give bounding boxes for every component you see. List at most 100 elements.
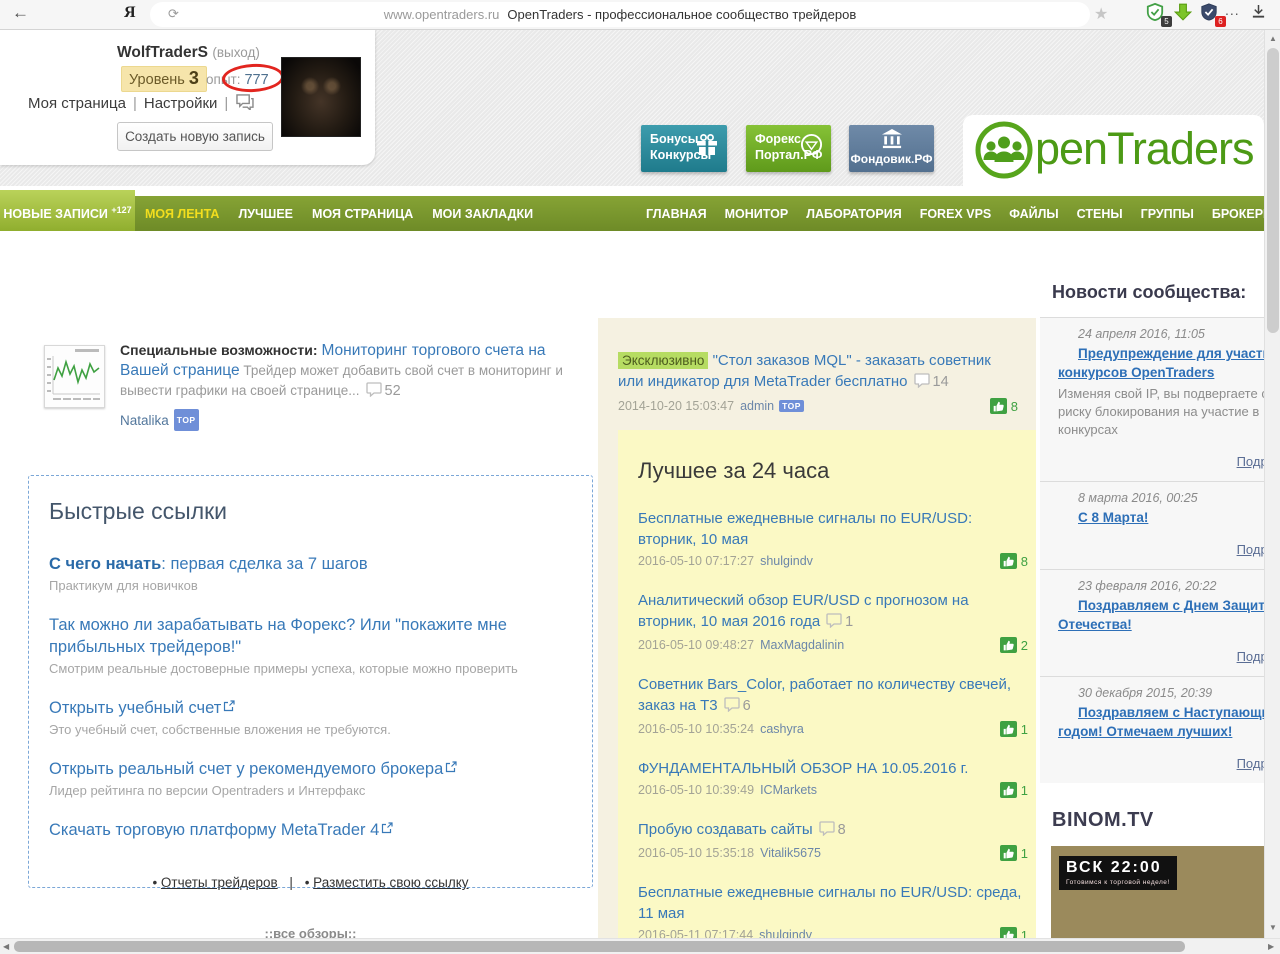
scroll-up-arrow[interactable]: ▲ bbox=[1265, 34, 1280, 43]
adblock-shield-icon[interactable]: 5 bbox=[1146, 2, 1172, 27]
nav-item-files[interactable]: ФАЙЛЫ bbox=[1009, 207, 1058, 221]
quick-link-earn[interactable]: Так можно ли зарабатывать на Форекс? Или… bbox=[49, 616, 507, 656]
comment-count[interactable]: 14 bbox=[933, 374, 949, 390]
nav-item-bookmarks[interactable]: МОИ ЗАКЛАДКИ bbox=[432, 207, 533, 221]
place-your-link[interactable]: Разместить свою ссылку bbox=[313, 875, 468, 890]
post-link[interactable]: ФУНДАМЕНТАЛЬНЫЙ ОБЗОР НА 10.05.2016 г. bbox=[638, 758, 1024, 779]
exclusive-label: Эксклюзивно bbox=[618, 352, 709, 369]
scroll-down-arrow[interactable]: ▼ bbox=[1265, 923, 1280, 932]
quick-link-demo-account[interactable]: Открыть учебный счет bbox=[49, 699, 221, 717]
rating[interactable]: 2 bbox=[999, 637, 1028, 653]
horizontal-scrollbar[interactable]: ◀ ▶ bbox=[0, 938, 1280, 954]
all-reviews-link[interactable]: ::все обзоры:: bbox=[28, 926, 593, 938]
nav-item-new-posts[interactable]: НОВЫЕ ЗАПИСИ +127 bbox=[0, 190, 135, 231]
banner-bonus-contests[interactable]: Бонусы Конкурсы bbox=[641, 125, 727, 172]
post-date: 2016-05-10 09:48:27 bbox=[638, 638, 755, 652]
scroll-right-arrow[interactable]: ▶ bbox=[1268, 942, 1274, 951]
horizontal-scroll-thumb[interactable] bbox=[14, 941, 1185, 952]
author-link[interactable]: ICMarkets bbox=[760, 783, 817, 797]
author-link[interactable]: shulgindv bbox=[760, 554, 813, 568]
author-link[interactable]: MaxMagdalinin bbox=[760, 638, 844, 652]
nav-item-walls[interactable]: СТЕНЫ bbox=[1077, 207, 1123, 221]
more-extensions-icon[interactable]: ... bbox=[1225, 2, 1240, 18]
my-page-link[interactable]: Моя страница bbox=[28, 95, 126, 112]
comment-count[interactable]: 52 bbox=[385, 383, 401, 399]
vertical-scroll-thumb[interactable] bbox=[1267, 48, 1279, 333]
nav-item-lab[interactable]: ЛАБОРАТОРИЯ bbox=[806, 207, 902, 221]
post-link[interactable]: Аналитический обзор EUR/USD с прогнозом … bbox=[638, 590, 1024, 634]
post-link[interactable]: Бесплатные ежедневные сигналы по EUR/USD… bbox=[638, 508, 1024, 550]
nav-item-my-page[interactable]: МОЯ СТРАНИЦА bbox=[312, 207, 413, 221]
page-title: OpenTraders - профессиональное сообществ… bbox=[507, 7, 857, 22]
best-post-item: Пробую создавать сайты 8 2016-05-10 15:35… bbox=[638, 819, 1028, 861]
rating[interactable]: 8 bbox=[999, 553, 1028, 569]
create-post-button[interactable]: Создать новую запись bbox=[117, 122, 273, 151]
news-more-link[interactable]: Подробнее bbox=[1237, 756, 1264, 771]
rating[interactable]: 8 bbox=[989, 398, 1018, 414]
vertical-scrollbar[interactable]: ▲ ▼ bbox=[1264, 30, 1280, 938]
news-more-link[interactable]: Подробнее bbox=[1237, 454, 1264, 469]
rating[interactable]: 1 bbox=[999, 721, 1028, 737]
post-date: 2016-05-10 10:35:24 bbox=[638, 722, 755, 736]
messages-icon[interactable] bbox=[235, 94, 255, 114]
rating[interactable]: 1 bbox=[999, 845, 1028, 861]
nav-item-my-feed[interactable]: МОЯ ЛЕНТА bbox=[145, 207, 219, 221]
post-link[interactable]: Пробую создавать сайты 8 bbox=[638, 819, 1024, 842]
nav-item-brokers[interactable]: БРОКЕРЫ bbox=[1212, 207, 1264, 221]
author-link[interactable]: shulgindv bbox=[759, 928, 812, 938]
banner-text: Фондовик.РФ bbox=[850, 152, 933, 166]
banner-fondovik[interactable]: Фондовик.РФ bbox=[849, 125, 934, 172]
scroll-left-arrow[interactable]: ◀ bbox=[3, 942, 9, 951]
nav-item-groups[interactable]: ГРУППЫ bbox=[1141, 207, 1194, 221]
author-link[interactable]: cashyra bbox=[760, 722, 804, 736]
news-link[interactable]: С 8 Марта! bbox=[1058, 508, 1264, 527]
back-icon[interactable]: ← bbox=[12, 3, 29, 23]
site-logo[interactable]: penTraders bbox=[963, 115, 1264, 186]
news-item: 24 апреля 2016, 11:05 Предупреждение для… bbox=[1040, 317, 1264, 481]
address-bar[interactable]: ⟳ www.opentraders.ru OpenTraders - профес… bbox=[150, 2, 1090, 27]
rating[interactable]: 1 bbox=[999, 782, 1028, 798]
traders-reports-link[interactable]: Отчеты трейдеров bbox=[161, 875, 278, 890]
external-link-icon bbox=[445, 760, 457, 778]
thumbs-up-icon bbox=[999, 927, 1017, 938]
avatar[interactable] bbox=[281, 57, 361, 137]
nav-item-forex-vps[interactable]: FOREX VPS bbox=[920, 207, 992, 221]
feature-post: Специальные возможности: Мониторинг торг… bbox=[120, 340, 588, 431]
author-link[interactable]: admin bbox=[740, 399, 774, 413]
quick-link-real-account[interactable]: Открыть реальный счет у рекомендуемого б… bbox=[49, 760, 443, 778]
post-link[interactable]: Советник Bars_Color, работает по количес… bbox=[638, 674, 1024, 718]
news-link[interactable]: Поздравляем с Днем Защитника Отечества! bbox=[1058, 596, 1264, 634]
rating-value: 1 bbox=[1020, 782, 1028, 798]
yandex-logo-icon[interactable]: Я bbox=[124, 4, 136, 22]
author-link[interactable]: Vitalik5675 bbox=[760, 846, 821, 860]
news-link[interactable]: Предупреждение для участников конкурсов … bbox=[1058, 344, 1264, 382]
rating-value: 8 bbox=[1010, 398, 1018, 414]
quick-link-sub: Это учебный счет, собственные вложения н… bbox=[49, 722, 391, 737]
download-icon[interactable] bbox=[1251, 4, 1266, 24]
rating[interactable]: 1 bbox=[999, 927, 1028, 938]
quick-link-start[interactable]: С чего начать: первая сделка за 7 шагов bbox=[49, 555, 368, 573]
news-date: 8 марта 2016, 00:25 bbox=[1078, 491, 1198, 505]
news-more-link[interactable]: Подробнее bbox=[1237, 649, 1264, 664]
adblock-badge: 5 bbox=[1161, 16, 1172, 27]
bookmark-star-icon[interactable]: ★ bbox=[1094, 4, 1108, 24]
nav-item-best[interactable]: ЛУЧШЕЕ bbox=[238, 207, 293, 221]
adguard-shield-icon[interactable]: 6 bbox=[1200, 3, 1226, 27]
username[interactable]: WolfTraderS (выход) bbox=[117, 44, 260, 62]
quick-link-item: Так можно ли зарабатывать на Форекс? Или… bbox=[49, 614, 572, 676]
binom-tv-banner[interactable]: ВСК 22:00 Готовимся к торговой неделе! Н… bbox=[1051, 846, 1264, 938]
news-more-link[interactable]: Подробнее bbox=[1237, 542, 1264, 557]
settings-link[interactable]: Настройки bbox=[144, 95, 218, 112]
savefrom-arrow-icon[interactable] bbox=[1173, 3, 1196, 25]
post-author-row: Natalika TOP bbox=[120, 409, 588, 431]
best-post-item: Советник Bars_Color, работает по количес… bbox=[638, 674, 1028, 737]
author-link[interactable]: Natalika bbox=[120, 413, 169, 428]
post-link[interactable]: Бесплатные ежедневные сигналы по EUR/USD… bbox=[638, 882, 1024, 924]
nav-item-main[interactable]: ГЛАВНАЯ bbox=[646, 207, 707, 221]
nav-item-monitor[interactable]: МОНИТОР bbox=[725, 207, 789, 221]
news-link[interactable]: Поздравляем с Наступающим 2016 годом! От… bbox=[1058, 703, 1264, 741]
post-thumbnail[interactable] bbox=[44, 345, 105, 408]
banner-forex-portal[interactable]: Форекс Портал.РФ bbox=[746, 125, 831, 172]
quick-link-metatrader[interactable]: Скачать торговую платформу MetaTrader 4 bbox=[49, 821, 379, 839]
logout-link[interactable]: (выход) bbox=[212, 45, 260, 60]
